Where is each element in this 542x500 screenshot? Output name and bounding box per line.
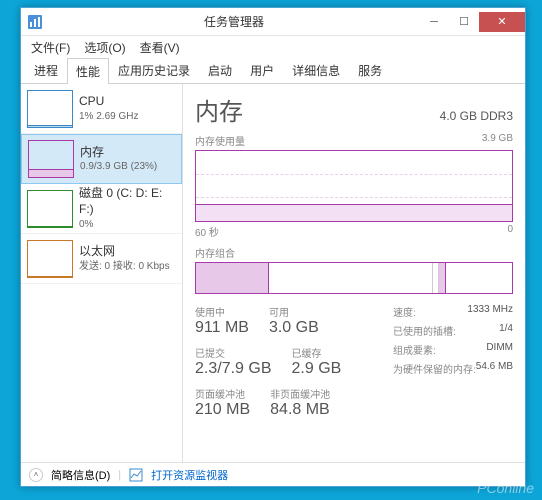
- chevron-up-icon[interactable]: ˄: [29, 468, 43, 482]
- sidebar-item-cpu[interactable]: CPU1% 2.69 GHz: [21, 84, 182, 134]
- slots-label: 已使用的插槽:: [393, 323, 456, 338]
- x-axis-right: 0: [507, 224, 513, 239]
- memory-usage-graph[interactable]: [195, 150, 513, 222]
- cached-value: 2.9 GB: [292, 360, 342, 378]
- app-icon: [27, 14, 43, 30]
- available-label: 可用: [269, 304, 319, 319]
- in-use-value: 911 MB: [195, 319, 249, 337]
- nonpaged-label: 非页面缓冲池: [270, 386, 330, 401]
- composition-label: 内存组合: [195, 245, 235, 260]
- paged-label: 页面缓冲池: [195, 386, 250, 401]
- tab-history[interactable]: 应用历史记录: [109, 57, 199, 83]
- available-value: 3.0 GB: [269, 319, 319, 337]
- titlebar[interactable]: 任务管理器 ─ ☐ ✕: [21, 8, 525, 36]
- in-use-label: 使用中: [195, 304, 249, 319]
- resmon-icon: [129, 468, 143, 482]
- tab-services[interactable]: 服务: [349, 57, 391, 83]
- speed-value: 1333 MHz: [467, 304, 513, 319]
- committed-label: 已提交: [195, 345, 272, 360]
- hw-reserved-label: 为硬件保留的内存:: [393, 361, 476, 376]
- form-value: DIMM: [486, 342, 513, 357]
- eth-title: 以太网: [79, 244, 170, 260]
- footer: ˄ 简略信息(D) | 打开资源监视器: [21, 462, 525, 486]
- x-axis-left: 60 秒: [195, 224, 219, 239]
- sidebar-item-memory[interactable]: 内存0.9/3.9 GB (23%): [21, 134, 182, 184]
- menubar: 文件(F) 选项(O) 查看(V): [21, 36, 525, 58]
- slots-value: 1/4: [499, 323, 513, 338]
- task-manager-window: 任务管理器 ─ ☐ ✕ 文件(F) 选项(O) 查看(V) 进程 性能 应用历史…: [20, 7, 526, 487]
- sidebar-item-ethernet[interactable]: 以太网发送: 0 接收: 0 Kbps: [21, 234, 182, 284]
- memory-capacity: 4.0 GB DDR3: [440, 109, 513, 123]
- usage-graph-label: 内存使用量: [195, 133, 245, 148]
- cached-label: 已缓存: [292, 345, 342, 360]
- page-title: 内存: [195, 92, 243, 127]
- speed-label: 速度:: [393, 304, 416, 319]
- window-title: 任务管理器: [49, 13, 419, 30]
- nonpaged-value: 84.8 MB: [270, 401, 330, 419]
- sidebar-item-disk[interactable]: 磁盘 0 (C: D: E: F:)0%: [21, 184, 182, 234]
- disk-sub: 0%: [79, 218, 176, 231]
- watermark: PConline: [477, 480, 534, 496]
- disk-title: 磁盘 0 (C: D: E: F:): [79, 186, 176, 217]
- hw-reserved-value: 54.6 MB: [476, 361, 513, 376]
- menu-file[interactable]: 文件(F): [25, 37, 76, 58]
- minimize-button[interactable]: ─: [419, 12, 449, 32]
- tab-details[interactable]: 详细信息: [283, 57, 349, 83]
- cpu-title: CPU: [79, 94, 138, 110]
- usage-graph-max: 3.9 GB: [482, 133, 513, 148]
- memory-composition-graph[interactable]: [195, 262, 513, 294]
- menu-view[interactable]: 查看(V): [134, 37, 186, 58]
- memory-sub: 0.9/3.9 GB (23%): [80, 160, 157, 173]
- committed-value: 2.3/7.9 GB: [195, 360, 272, 378]
- tab-performance[interactable]: 性能: [67, 58, 109, 84]
- form-label: 组成要素:: [393, 342, 436, 357]
- open-resmon-link[interactable]: 打开资源监视器: [151, 467, 228, 483]
- cpu-sparkline: [27, 90, 73, 128]
- close-button[interactable]: ✕: [479, 12, 525, 32]
- main-panel: 内存 4.0 GB DDR3 内存使用量 3.9 GB 60 秒 0 内存组合: [183, 84, 525, 462]
- sidebar: CPU1% 2.69 GHz 内存0.9/3.9 GB (23%) 磁盘 0 (…: [21, 84, 183, 462]
- tabbar: 进程 性能 应用历史记录 启动 用户 详细信息 服务: [21, 58, 525, 84]
- tab-users[interactable]: 用户: [241, 57, 283, 83]
- disk-sparkline: [27, 190, 73, 228]
- memory-title: 内存: [80, 145, 157, 161]
- paged-value: 210 MB: [195, 401, 250, 419]
- memory-sparkline: [28, 140, 74, 178]
- fewer-details-link[interactable]: 简略信息(D): [51, 467, 110, 483]
- eth-sub: 发送: 0 接收: 0 Kbps: [79, 260, 170, 273]
- menu-options[interactable]: 选项(O): [78, 37, 131, 58]
- tab-startup[interactable]: 启动: [199, 57, 241, 83]
- ethernet-sparkline: [27, 240, 73, 278]
- tab-processes[interactable]: 进程: [25, 57, 67, 83]
- maximize-button[interactable]: ☐: [449, 12, 479, 32]
- cpu-sub: 1% 2.69 GHz: [79, 110, 138, 123]
